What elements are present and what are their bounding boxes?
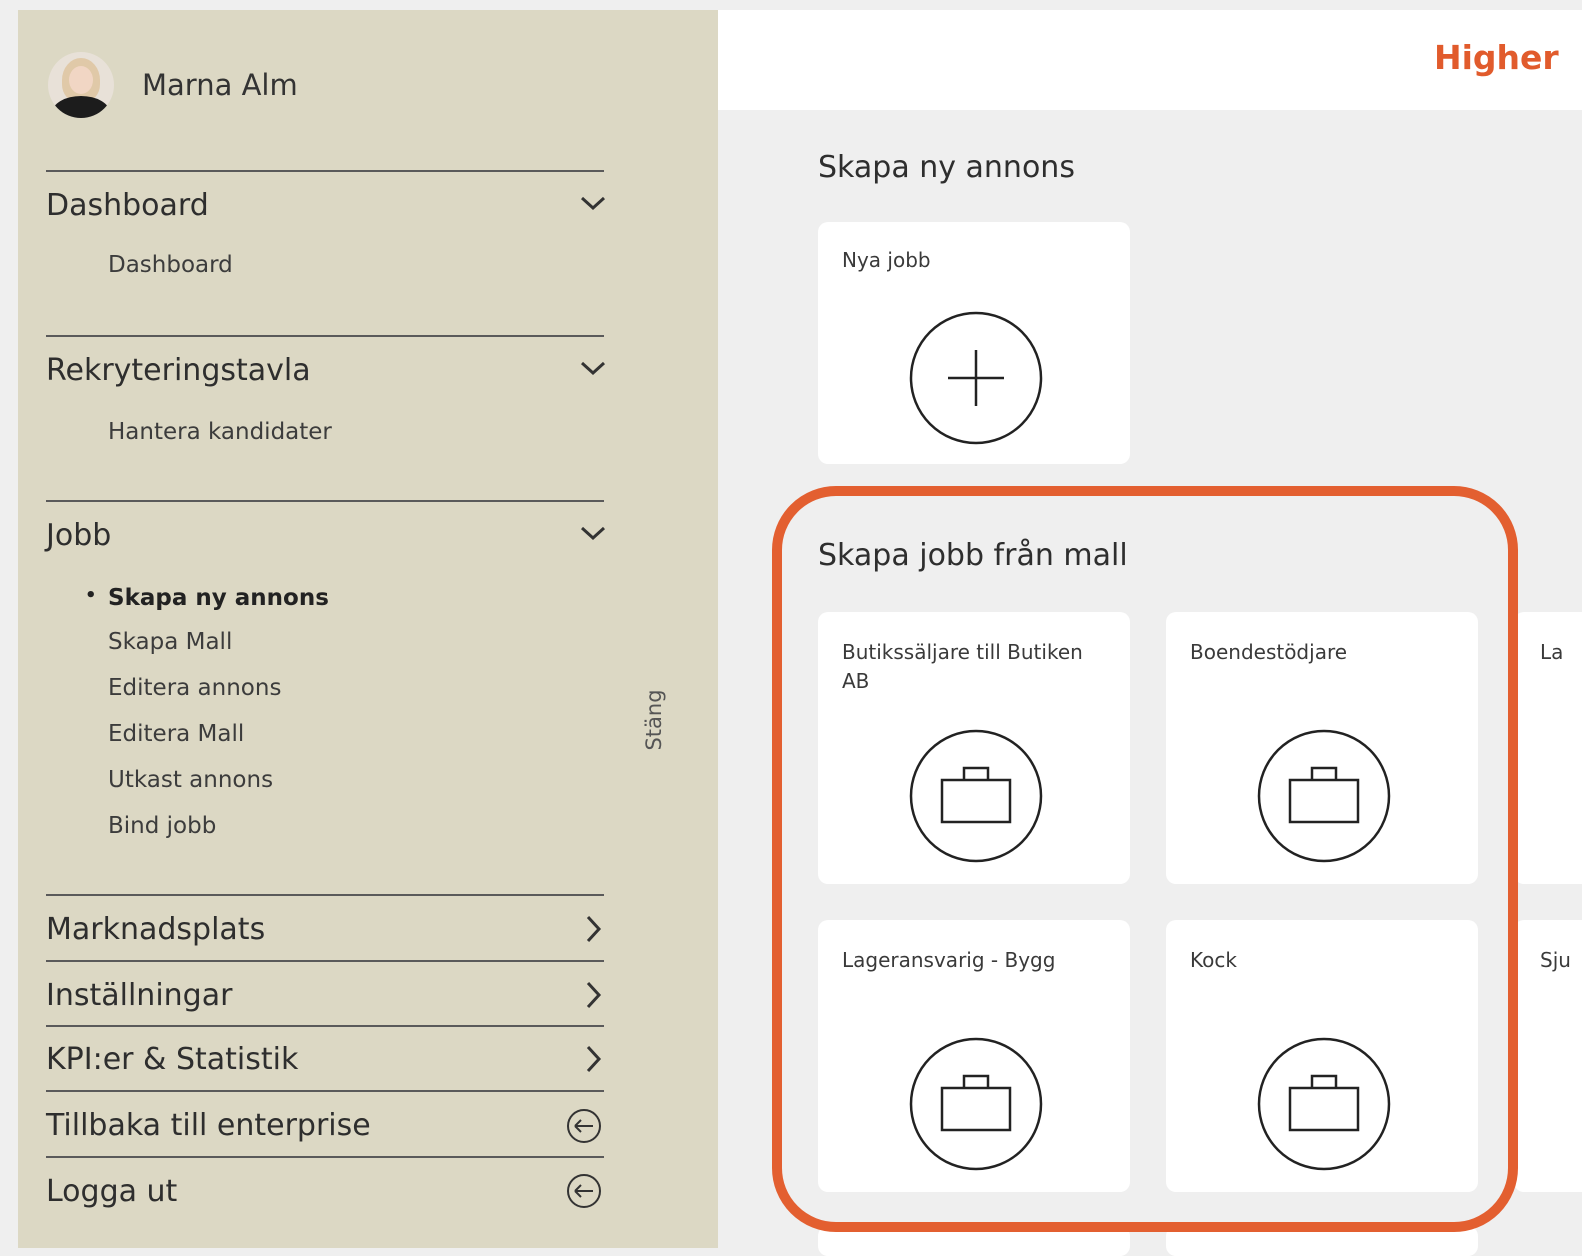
card-label: Boendestödjare [1190, 640, 1348, 664]
arrow-left-circle-icon[interactable] [566, 1108, 602, 1144]
top-bar: Higher [718, 10, 1582, 110]
chevron-down-icon[interactable] [578, 518, 608, 548]
briefcase-circle-icon [1257, 729, 1391, 863]
sidebar-item-editera-mall[interactable]: Editera Mall [108, 721, 244, 747]
divider [46, 894, 604, 896]
briefcase-circle-icon [909, 729, 1043, 863]
template-card[interactable]: Lageransvarig - Bygg [818, 920, 1130, 1192]
brand-logo[interactable]: Higher [1434, 38, 1559, 77]
new-job-card[interactable]: Nya jobb [818, 222, 1130, 464]
divider [46, 1156, 604, 1158]
divider [46, 170, 604, 172]
divider [46, 335, 604, 337]
template-card[interactable]: Sju [1514, 920, 1582, 1192]
template-card[interactable]: Butikssäljare till Butiken AB [818, 612, 1130, 884]
sidebar-item-skapa-mall[interactable]: Skapa Mall [108, 629, 232, 655]
section-dashboard[interactable]: Dashboard [46, 188, 209, 223]
divider [46, 1025, 604, 1027]
chevron-right-icon[interactable] [578, 980, 608, 1010]
close-sidebar-toggle[interactable]: Stäng [642, 680, 666, 760]
chevron-down-icon[interactable] [578, 353, 608, 383]
sidebar-item-utkast-annons[interactable]: Utkast annons [108, 767, 273, 793]
sidebar-item-hantera-kandidater[interactable]: Hantera kandidater [108, 419, 332, 445]
divider [46, 500, 604, 502]
sidebar-item-bind-jobb[interactable]: Bind jobb [108, 813, 216, 839]
section-title-skapa-jobb-fran-mall: Skapa jobb från mall [818, 538, 1128, 573]
user-name: Marna Alm [142, 68, 298, 102]
avatar [48, 52, 114, 118]
briefcase-circle-icon [909, 1037, 1043, 1171]
nav-marknadsplats[interactable]: Marknadsplats [46, 912, 265, 947]
template-card[interactable]: Kock [1166, 920, 1478, 1192]
template-card[interactable]: La [1514, 612, 1582, 884]
card-label: Sju [1540, 948, 1571, 972]
sidebar-item-skapa-ny-annons[interactable]: Skapa ny annons [108, 585, 329, 611]
chevron-right-icon[interactable] [578, 914, 608, 944]
divider [46, 960, 604, 962]
template-card[interactable]: Boendestödjare [1166, 612, 1478, 884]
section-jobb[interactable]: Jobb [46, 518, 111, 553]
plus-circle-icon [909, 311, 1043, 445]
card-label: Lageransvarig - Bygg [842, 948, 1056, 972]
card-label: La [1540, 640, 1564, 664]
section-rekryteringstavla[interactable]: Rekryteringstavla [46, 353, 311, 388]
template-card[interactable] [818, 1226, 1130, 1256]
chevron-down-icon[interactable] [578, 188, 608, 218]
sidebar: Marna Alm Dashboard Dashboard Rekryterin… [18, 10, 718, 1248]
arrow-left-circle-icon[interactable] [566, 1173, 602, 1209]
chevron-right-icon[interactable] [578, 1044, 608, 1074]
nav-logga-ut[interactable]: Logga ut [46, 1174, 177, 1209]
card-label: Nya jobb [842, 248, 931, 272]
nav-kpi-statistik[interactable]: KPI:er & Statistik [46, 1042, 298, 1077]
active-bullet: • [85, 585, 97, 606]
sidebar-item-dashboard[interactable]: Dashboard [108, 252, 233, 278]
briefcase-circle-icon [1257, 1037, 1391, 1171]
template-card[interactable] [1166, 1226, 1478, 1256]
nav-tillbaka-enterprise[interactable]: Tillbaka till enterprise [46, 1108, 371, 1143]
section-title-skapa-ny-annons: Skapa ny annons [818, 150, 1075, 185]
card-label: Butikssäljare till Butiken AB [842, 640, 1083, 693]
user-profile[interactable]: Marna Alm [48, 52, 298, 118]
sidebar-item-editera-annons[interactable]: Editera annons [108, 675, 281, 701]
divider [46, 1090, 604, 1092]
nav-installningar[interactable]: Inställningar [46, 978, 232, 1013]
card-label: Kock [1190, 948, 1237, 972]
